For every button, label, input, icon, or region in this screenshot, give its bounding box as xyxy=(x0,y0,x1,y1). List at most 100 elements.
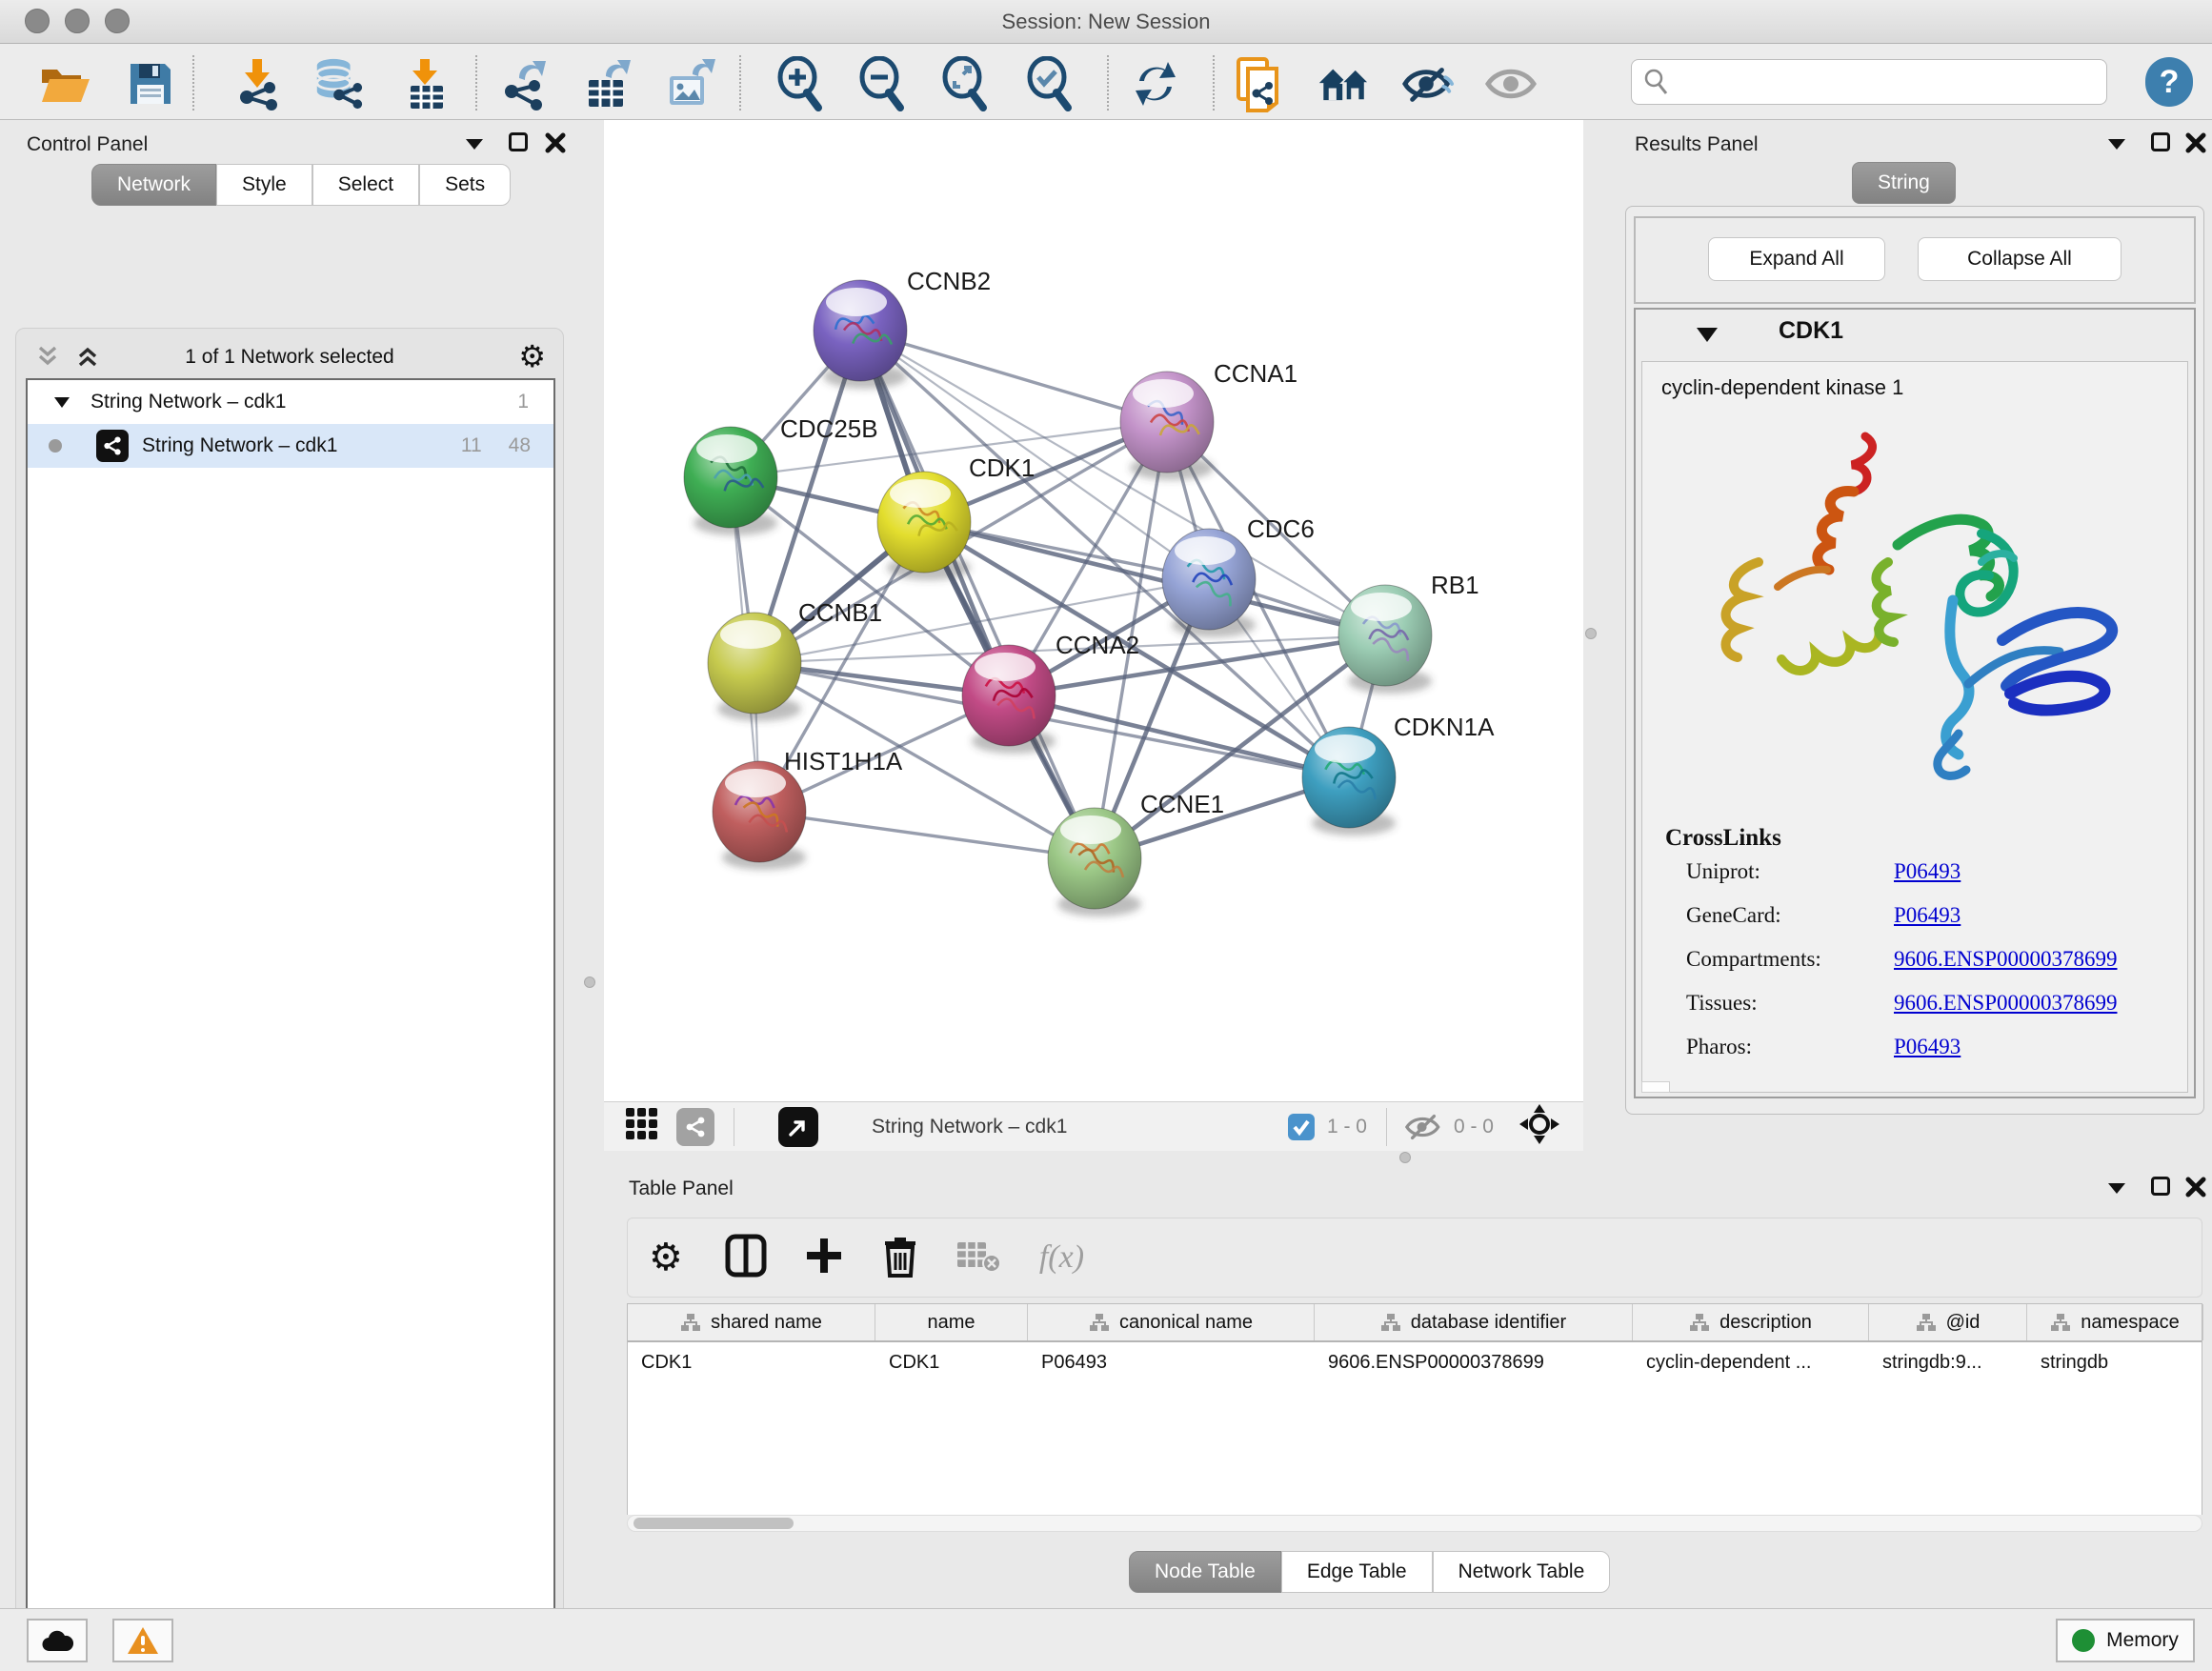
tab-edge-table[interactable]: Edge Table xyxy=(1281,1551,1433,1593)
crosslink-link[interactable]: 9606.ENSP00000378699 xyxy=(1894,947,2118,972)
table-panel-close-button[interactable] xyxy=(2185,1177,2206,1202)
node-CDKN1A[interactable] xyxy=(1302,727,1396,836)
tab-style[interactable]: Style xyxy=(216,164,312,206)
node-table[interactable]: shared namenamecanonical namedatabase id… xyxy=(627,1303,2202,1515)
collapse-triangle-icon[interactable] xyxy=(1695,325,1719,344)
right-splitter-handle[interactable] xyxy=(1585,628,1597,639)
table-settings-gear-icon[interactable]: ⚙ xyxy=(649,1238,683,1277)
collapse-all-button[interactable]: Collapse All xyxy=(1918,237,2122,281)
edge-CCNA2-CDKN1A[interactable] xyxy=(1009,695,1349,777)
network-graph[interactable]: CCNB2CCNA1CDC25BCDK1CDC6RB1CCNB1CCNA2CDK… xyxy=(604,120,1583,1101)
memory-button[interactable]: Memory xyxy=(2056,1619,2195,1662)
string-home-button[interactable] xyxy=(1317,57,1371,111)
table-cell[interactable]: 9606.ENSP00000378699 xyxy=(1315,1342,1633,1382)
control-panel-float-button[interactable] xyxy=(509,132,528,151)
tab-select[interactable]: Select xyxy=(312,164,419,206)
node-CCNA2[interactable] xyxy=(962,645,1056,754)
node-CCNB2[interactable] xyxy=(814,280,907,389)
import-network-database-button[interactable] xyxy=(312,57,365,111)
help-button[interactable]: ? xyxy=(2145,57,2193,107)
table-panel-menu-button[interactable] xyxy=(2105,1179,2128,1201)
table-row[interactable]: CDK1CDK1P064939606.ENSP00000378699cyclin… xyxy=(628,1342,2202,1382)
results-panel-close-button[interactable] xyxy=(2185,132,2206,158)
show-glass-button[interactable] xyxy=(1484,57,1538,111)
table-cell[interactable]: cyclin-dependent ... xyxy=(1633,1342,1869,1382)
clone-network-button[interactable] xyxy=(1233,57,1286,111)
cloud-button[interactable] xyxy=(27,1619,88,1662)
column-header-canonical-name[interactable]: canonical name xyxy=(1028,1304,1315,1340)
selected-checkbox-icon[interactable] xyxy=(1287,1113,1316,1141)
results-scrollbar[interactable] xyxy=(1641,1081,1670,1093)
zoom-in-button[interactable] xyxy=(774,57,827,111)
tab-node-table[interactable]: Node Table xyxy=(1129,1551,1281,1593)
node-RB1[interactable] xyxy=(1338,585,1432,694)
network-collection-row[interactable]: String Network – cdk1 1 xyxy=(28,380,553,424)
show-columns-button[interactable] xyxy=(725,1234,767,1282)
tab-string[interactable]: String xyxy=(1852,162,1956,204)
edge-CCNE1-HIST1H1A[interactable] xyxy=(759,812,1095,858)
table-cell[interactable]: stringdb:9... xyxy=(1869,1342,2027,1382)
node-CDK1[interactable] xyxy=(877,472,971,580)
detach-view-button[interactable] xyxy=(778,1107,818,1147)
column-header-shared-name[interactable]: shared name xyxy=(628,1304,875,1340)
function-builder-button[interactable]: f(x) xyxy=(1039,1239,1084,1276)
network-canvas[interactable]: CCNB2CCNA1CDC25BCDK1CDC6RB1CCNB1CCNA2CDK… xyxy=(604,120,1583,1101)
search-field[interactable] xyxy=(1631,59,2107,105)
crosslink-link[interactable]: P06493 xyxy=(1894,1035,1961,1059)
tab-network-table[interactable]: Network Table xyxy=(1433,1551,1611,1593)
import-network-file-button[interactable] xyxy=(231,57,285,111)
network-overview-button[interactable] xyxy=(676,1108,714,1146)
warnings-button[interactable] xyxy=(112,1619,173,1662)
hidden-eye-slash-icon[interactable] xyxy=(1404,1112,1442,1142)
crosslink-link[interactable]: P06493 xyxy=(1894,859,1961,884)
expand-all-button[interactable]: Expand All xyxy=(1708,237,1885,281)
collapse-triangle-icon[interactable] xyxy=(52,394,71,410)
export-network-button[interactable] xyxy=(498,57,552,111)
hide-glass-button[interactable] xyxy=(1401,57,1455,111)
table-cell[interactable]: CDK1 xyxy=(628,1342,875,1382)
refresh-view-button[interactable] xyxy=(1129,57,1182,111)
edge-CCNB2-CCNE1[interactable] xyxy=(860,331,1095,858)
import-table-file-button[interactable] xyxy=(398,57,452,111)
table-hscrollbar-thumb[interactable] xyxy=(633,1518,794,1529)
pan-mode-button[interactable] xyxy=(1518,1103,1560,1150)
zoom-out-button[interactable] xyxy=(855,57,909,111)
results-panel-menu-button[interactable] xyxy=(2105,135,2128,157)
table-cell[interactable]: P06493 xyxy=(1028,1342,1315,1382)
left-splitter-handle[interactable] xyxy=(584,976,595,988)
tab-network[interactable]: Network xyxy=(91,164,216,206)
node-CDC6[interactable] xyxy=(1162,529,1256,637)
table-cell[interactable]: stringdb xyxy=(2027,1342,2203,1382)
control-panel-menu-button[interactable] xyxy=(463,135,486,157)
tab-sets[interactable]: Sets xyxy=(419,164,511,206)
node-CCNE1[interactable] xyxy=(1048,808,1141,916)
add-column-button[interactable] xyxy=(805,1237,843,1279)
crosslink-link[interactable]: 9606.ENSP00000378699 xyxy=(1894,991,2118,1016)
zoom-selected-button[interactable] xyxy=(1023,57,1076,111)
column-header-description[interactable]: description xyxy=(1633,1304,1869,1340)
node-CCNA1[interactable] xyxy=(1120,372,1214,480)
export-image-button[interactable] xyxy=(663,57,716,111)
gear-icon[interactable]: ⚙ xyxy=(518,338,546,374)
column-header-database-identifier[interactable]: database identifier xyxy=(1315,1304,1633,1340)
column-header--id[interactable]: @id xyxy=(1869,1304,2027,1340)
column-header-name[interactable]: name xyxy=(875,1304,1028,1340)
node-CDC25B[interactable] xyxy=(684,427,777,535)
table-hscrollbar-track[interactable] xyxy=(627,1515,2202,1532)
delete-column-button[interactable] xyxy=(881,1234,919,1282)
column-header-namespace[interactable]: namespace xyxy=(2027,1304,2203,1340)
zoom-fit-button[interactable] xyxy=(938,57,992,111)
birdseye-grid-button[interactable] xyxy=(625,1107,659,1146)
horizontal-splitter-handle[interactable] xyxy=(1399,1152,1411,1163)
network-row-selected[interactable]: String Network – cdk1 11 48 xyxy=(28,424,553,468)
control-panel-close-button[interactable] xyxy=(545,132,566,158)
export-table-button[interactable] xyxy=(580,57,633,111)
node-CCNB1[interactable] xyxy=(708,613,801,721)
save-session-button[interactable] xyxy=(124,57,177,111)
delete-table-button-disabled[interactable] xyxy=(955,1237,1001,1279)
crosslink-link[interactable]: P06493 xyxy=(1894,903,1961,928)
table-cell[interactable]: CDK1 xyxy=(875,1342,1028,1382)
results-panel-float-button[interactable] xyxy=(2151,132,2170,151)
open-session-button[interactable] xyxy=(38,57,91,111)
node-HIST1H1A[interactable] xyxy=(713,761,806,870)
